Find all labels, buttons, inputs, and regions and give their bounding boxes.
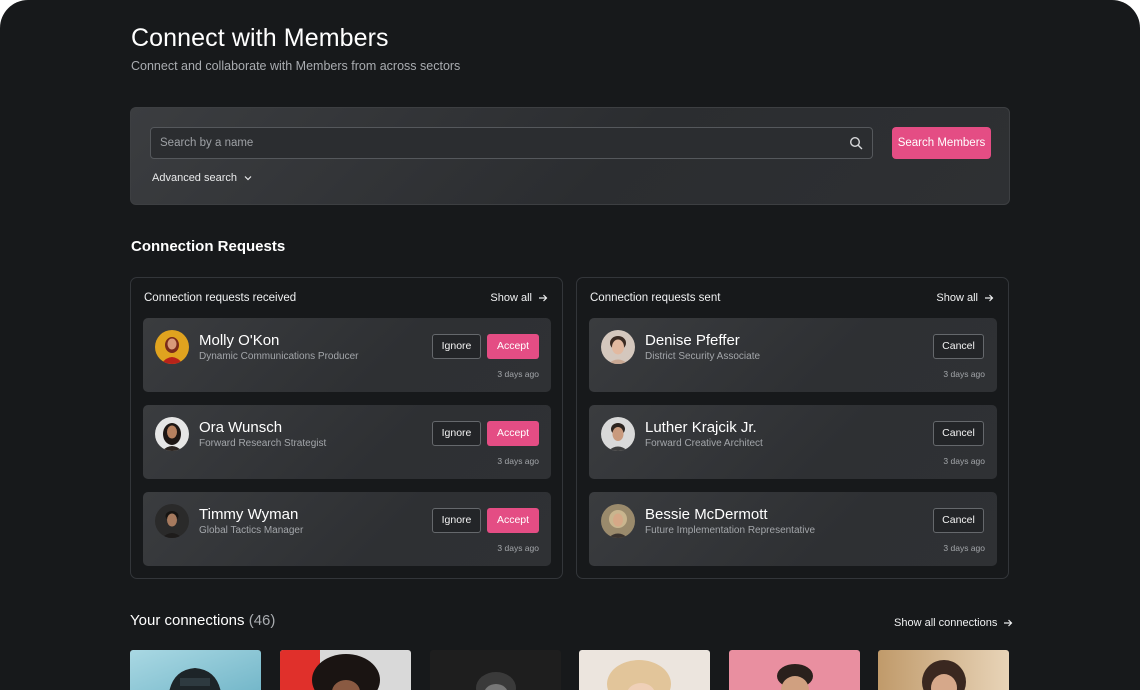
your-connections-heading: Your connections (46) <box>130 612 275 629</box>
show-all-connections-label: Show all connections <box>894 617 998 629</box>
show-all-label: Show all <box>936 292 978 304</box>
request-time: 3 days ago <box>497 456 539 466</box>
connection-card-photo[interactable] <box>280 650 411 690</box>
search-members-button[interactable]: Search Members <box>892 127 991 159</box>
person-name: Timmy Wyman <box>199 506 299 523</box>
connection-card-photo[interactable] <box>430 650 561 690</box>
connections-title: Your connections <box>130 612 245 629</box>
request-card: Bessie McDermott Future Implementation R… <box>589 492 997 566</box>
requests-received-title: Connection requests received <box>144 292 297 304</box>
connection-card-photo[interactable] <box>579 650 710 690</box>
request-card: Denise Pfeffer District Security Associa… <box>589 318 997 392</box>
avatar <box>601 417 635 451</box>
advanced-search-toggle[interactable]: Advanced search <box>152 172 253 184</box>
ignore-button[interactable]: Ignore <box>432 421 481 446</box>
show-all-sent-link[interactable]: Show all <box>936 292 994 304</box>
cancel-button[interactable]: Cancel <box>933 508 984 533</box>
search-icon[interactable] <box>849 136 863 150</box>
page-title: Connect with Members <box>131 24 389 52</box>
request-time: 3 days ago <box>943 369 985 379</box>
arrow-right-icon <box>539 294 548 302</box>
avatar <box>155 417 189 451</box>
person-role: Future Implementation Representative <box>645 525 816 536</box>
person-role: Forward Creative Architect <box>645 438 763 449</box>
requests-received-panel: Connection requests received Show all Mo… <box>130 277 563 579</box>
request-card: Ora Wunsch Forward Research Strategist I… <box>143 405 551 479</box>
request-card: Molly O'Kon Dynamic Communications Produ… <box>143 318 551 392</box>
accept-button[interactable]: Accept <box>487 421 539 446</box>
connection-card-photo[interactable] <box>729 650 860 690</box>
accept-button[interactable]: Accept <box>487 334 539 359</box>
request-time: 3 days ago <box>943 543 985 553</box>
arrow-right-icon <box>985 294 994 302</box>
app-window: Connect with Members Connect and collabo… <box>0 0 1140 690</box>
chevron-down-icon <box>244 176 252 181</box>
request-time: 3 days ago <box>943 456 985 466</box>
advanced-search-label: Advanced search <box>152 172 237 184</box>
show-all-received-link[interactable]: Show all <box>490 292 548 304</box>
connection-card-photo[interactable] <box>878 650 1009 690</box>
cancel-button[interactable]: Cancel <box>933 421 984 446</box>
person-role: Global Tactics Manager <box>199 525 304 536</box>
search-panel: Search Members Advanced search <box>130 107 1010 205</box>
person-role: District Security Associate <box>645 351 761 362</box>
person-name: Ora Wunsch <box>199 419 283 436</box>
person-role: Dynamic Communications Producer <box>199 351 359 362</box>
search-input[interactable] <box>151 128 841 158</box>
connections-count: (46) <box>248 612 276 629</box>
ignore-button[interactable]: Ignore <box>432 334 481 359</box>
show-all-label: Show all <box>490 292 532 304</box>
person-name: Molly O'Kon <box>199 332 280 349</box>
avatar <box>601 330 635 364</box>
requests-sent-panel: Connection requests sent Show all Denise… <box>576 277 1009 579</box>
request-time: 3 days ago <box>497 369 539 379</box>
accept-button[interactable]: Accept <box>487 508 539 533</box>
show-all-connections-link[interactable]: Show all connections <box>894 617 1013 629</box>
avatar <box>601 504 635 538</box>
cancel-button[interactable]: Cancel <box>933 334 984 359</box>
request-card: Luther Krajcik Jr. Forward Creative Arch… <box>589 405 997 479</box>
ignore-button[interactable]: Ignore <box>432 508 481 533</box>
person-role: Forward Research Strategist <box>199 438 327 449</box>
page-subtitle: Connect and collaborate with Members fro… <box>131 59 461 73</box>
person-name: Luther Krajcik Jr. <box>645 419 757 436</box>
person-name: Denise Pfeffer <box>645 332 740 349</box>
search-box <box>150 127 873 159</box>
connection-requests-heading: Connection Requests <box>131 238 286 255</box>
arrow-right-icon <box>1004 619 1013 627</box>
connection-card-photo[interactable] <box>130 650 261 690</box>
avatar <box>155 504 189 538</box>
person-name: Bessie McDermott <box>645 506 768 523</box>
request-time: 3 days ago <box>497 543 539 553</box>
requests-sent-title: Connection requests sent <box>590 292 721 304</box>
avatar <box>155 330 189 364</box>
request-card: Timmy Wyman Global Tactics Manager Ignor… <box>143 492 551 566</box>
